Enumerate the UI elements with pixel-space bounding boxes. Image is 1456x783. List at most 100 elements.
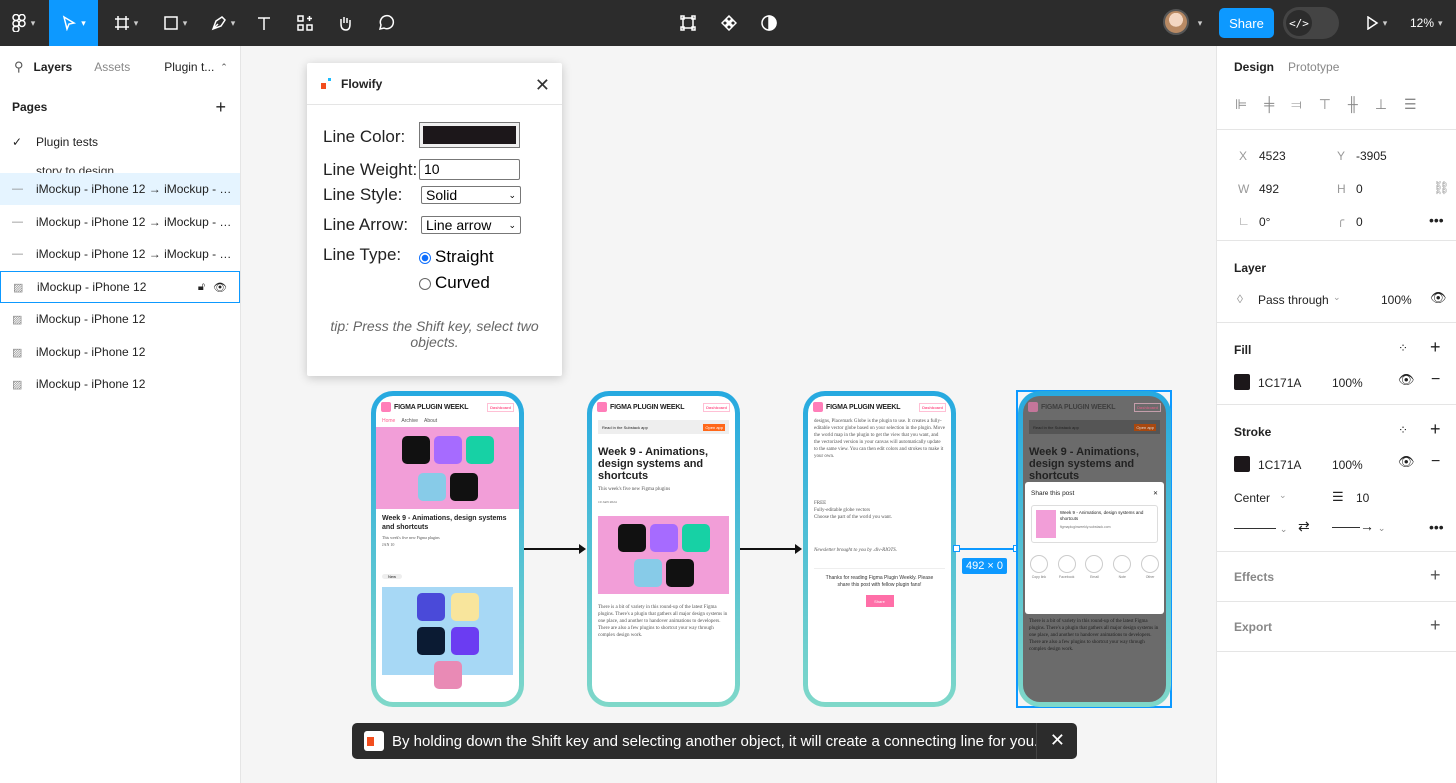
component-button[interactable]: [718, 0, 740, 46]
present-button[interactable]: ▾: [1360, 0, 1392, 46]
y-input[interactable]: -3905: [1356, 149, 1387, 163]
page-item-label: Plugin tests: [36, 135, 99, 149]
align-middle-v-icon[interactable]: ╫: [1348, 96, 1358, 113]
line-color-picker[interactable]: [419, 122, 520, 148]
tab-design[interactable]: Design: [1234, 60, 1274, 74]
pen-tool-button[interactable]: ▾: [205, 0, 241, 46]
eye-icon[interactable]: 👁︎: [1430, 290, 1447, 306]
comment-tool-button[interactable]: [375, 0, 397, 46]
add-effect-icon[interactable]: +: [1430, 565, 1441, 586]
remove-stroke-icon[interactable]: −: [1431, 453, 1440, 471]
phone-mockup-3[interactable]: FIGMA PLUGIN WEEKL Dashboard designs, Pla…: [803, 391, 956, 707]
w-input[interactable]: 492: [1259, 182, 1279, 196]
search-icon[interactable]: ⚲: [14, 59, 24, 75]
stroke-align-select[interactable]: Center: [1234, 491, 1270, 505]
constrain-proportions-icon[interactable]: ⛓: [1433, 180, 1450, 196]
layer-row-mockup[interactable]: ▨ iMockup - iPhone 12 🔓︎ 👁︎: [0, 271, 240, 303]
styles-icon[interactable]: ⁘: [1398, 423, 1408, 437]
add-page-icon[interactable]: +: [215, 97, 226, 118]
figma-logo-icon: [11, 14, 26, 32]
eye-icon[interactable]: 👁︎: [1398, 454, 1415, 470]
corner-radius-input[interactable]: 0: [1356, 215, 1363, 229]
hand-tool-button[interactable]: [334, 0, 356, 46]
frame-tool-button[interactable]: ▾: [108, 0, 144, 46]
layer-row-mockup[interactable]: ▨ iMockup - iPhone 12: [0, 303, 240, 335]
swap-icon[interactable]: ⇄: [1298, 518, 1310, 535]
phone-mockup-1[interactable]: FIGMA PLUGIN WEEKL Dashboard Home Archive A…: [371, 391, 524, 707]
text-tool-button[interactable]: [253, 0, 275, 46]
resize-handle[interactable]: [953, 545, 960, 552]
move-tool-button[interactable]: ▾: [49, 0, 98, 46]
styles-icon[interactable]: ⁘: [1398, 341, 1408, 355]
more-options-icon[interactable]: •••: [1429, 519, 1444, 535]
contrast-button[interactable]: [758, 0, 780, 46]
nav-about: About: [424, 418, 438, 424]
stroke-start-select[interactable]: ——— ⌄: [1234, 519, 1287, 535]
layer-row-mockup[interactable]: ▨ iMockup - iPhone 12: [0, 336, 240, 368]
tab-layers[interactable]: Layers: [34, 60, 73, 74]
close-icon[interactable]: ✕: [535, 75, 550, 96]
align-top-icon[interactable]: ⊤: [1319, 96, 1331, 113]
crop-button[interactable]: [677, 0, 699, 46]
layer-row-connector[interactable]: — iMockup - iPhone 12 → iMockup - i...: [0, 238, 240, 270]
blend-mode-select[interactable]: Pass through: [1258, 293, 1329, 307]
share-button[interactable]: Share: [1219, 8, 1274, 38]
line-arrow-select[interactable]: Line arrow ⌄: [421, 216, 521, 234]
close-icon[interactable]: ✕: [1050, 730, 1065, 751]
shape-tool-button[interactable]: ▾: [157, 0, 193, 46]
layer-row-connector[interactable]: — iMockup - iPhone 12 → iMockup - i...: [0, 206, 240, 238]
tab-prototype[interactable]: Prototype: [1288, 60, 1339, 74]
phone-mockup-4[interactable]: FIGMA PLUGIN WEEKL Dashboard Read in the …: [1018, 391, 1171, 707]
fill-swatch[interactable]: [1234, 374, 1250, 390]
phone-mockup-2[interactable]: FIGMA PLUGIN WEEKL Dashboard Read in the …: [587, 391, 740, 707]
stroke-swatch[interactable]: [1234, 456, 1250, 472]
connector-line[interactable]: [524, 544, 586, 554]
share-post-button: Share: [865, 595, 894, 607]
rotation-input[interactable]: 0°: [1259, 215, 1270, 229]
layer-row-connector[interactable]: — iMockup - iPhone 12 → iMockup - i...: [0, 173, 240, 205]
x-input[interactable]: 4523: [1259, 149, 1286, 163]
align-left-icon[interactable]: ⊫: [1235, 96, 1247, 113]
page-item-plugin-tests[interactable]: ✓ Plugin tests: [0, 126, 240, 158]
eye-icon[interactable]: 👁︎: [1398, 372, 1415, 388]
add-export-icon[interactable]: +: [1430, 615, 1441, 636]
align-center-h-icon[interactable]: ╪: [1264, 96, 1274, 113]
layer-opacity[interactable]: 100%: [1381, 293, 1412, 307]
stroke-opacity[interactable]: 100%: [1332, 458, 1363, 472]
stroke-end-select[interactable]: ——→ ⌄: [1332, 518, 1385, 534]
unlock-icon[interactable]: 🔓︎: [198, 281, 205, 294]
radio-straight[interactable]: Straight: [419, 247, 494, 267]
chevron-down-icon[interactable]: ▾: [1192, 0, 1204, 46]
tab-assets[interactable]: Assets: [94, 60, 130, 74]
resources-button[interactable]: [294, 0, 316, 46]
stroke-weight-input[interactable]: 10: [1356, 491, 1369, 505]
nav-home: Home: [382, 418, 396, 424]
chevron-up-icon[interactable]: ⌃: [220, 62, 228, 73]
connector-line[interactable]: [740, 544, 802, 554]
add-fill-icon[interactable]: +: [1430, 337, 1441, 358]
line-weight-input[interactable]: 10: [419, 159, 520, 180]
avatar[interactable]: [1163, 9, 1189, 35]
selected-connector-line[interactable]: [956, 548, 1017, 550]
align-right-icon[interactable]: ⫤: [1291, 96, 1302, 113]
fill-opacity[interactable]: 100%: [1332, 376, 1363, 390]
zoom-dropdown[interactable]: 12% ▾: [1410, 0, 1443, 46]
line-style-select[interactable]: Solid ⌄: [421, 186, 521, 204]
h-input[interactable]: 0: [1356, 182, 1363, 196]
figma-menu-button[interactable]: ▾: [6, 0, 40, 46]
dev-mode-toggle[interactable]: </>: [1283, 7, 1339, 39]
page-selector[interactable]: Plugin t...: [164, 60, 214, 74]
add-stroke-icon[interactable]: +: [1430, 419, 1441, 440]
align-bottom-icon[interactable]: ⊥: [1375, 96, 1387, 113]
stroke-hex[interactable]: 1C171A: [1258, 458, 1301, 472]
code-icon: </>: [1286, 10, 1312, 36]
eye-icon[interactable]: 👁︎: [213, 281, 227, 294]
fill-hex[interactable]: 1C171A: [1258, 376, 1301, 390]
more-options-icon[interactable]: •••: [1429, 212, 1444, 228]
page-item-partial[interactable]: story to design: [36, 164, 114, 173]
remove-fill-icon[interactable]: −: [1431, 371, 1440, 389]
canvas[interactable]: Flowify ✕ Line Color: Line Weight: 10 Li…: [241, 46, 1216, 783]
radio-curved[interactable]: Curved: [419, 273, 490, 293]
layer-row-mockup[interactable]: ▨ iMockup - iPhone 12: [0, 368, 240, 400]
distribute-icon[interactable]: ☰: [1404, 96, 1417, 113]
